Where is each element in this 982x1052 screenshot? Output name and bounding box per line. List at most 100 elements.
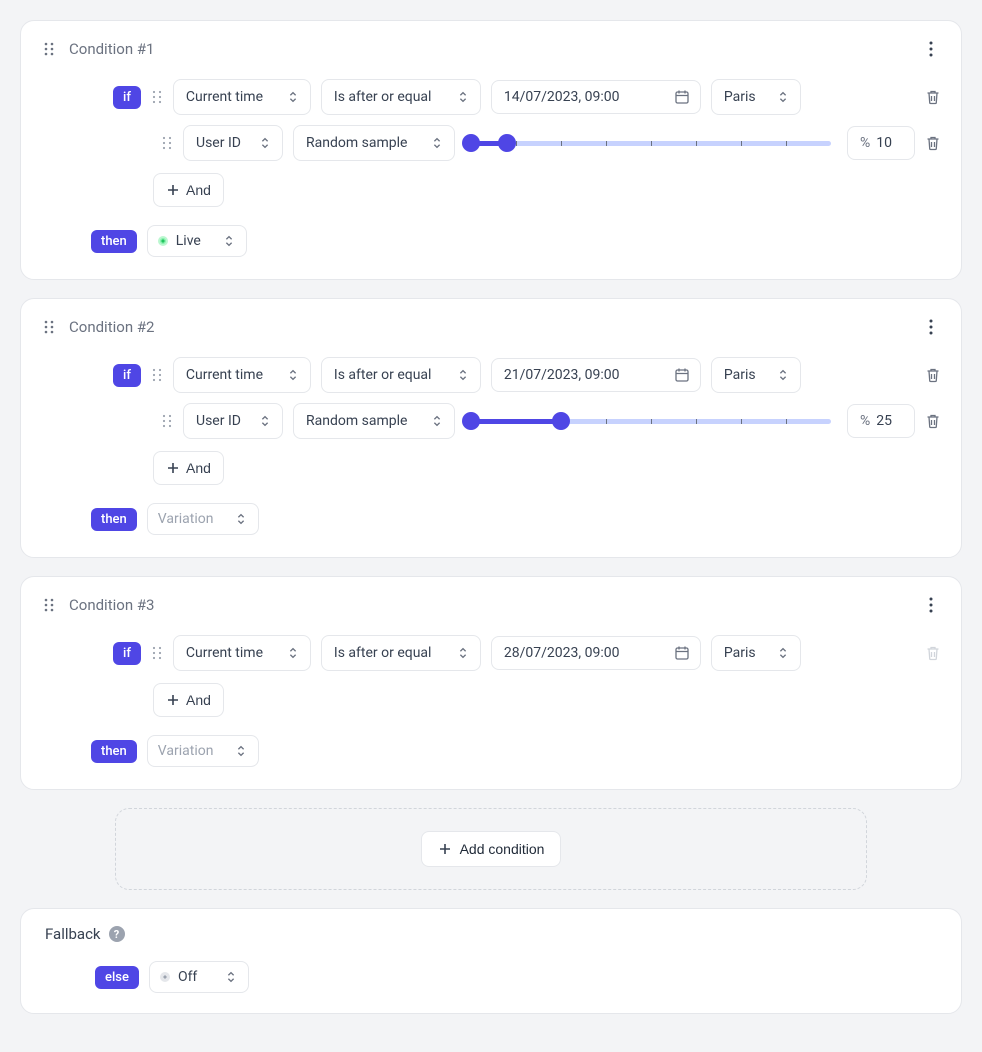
field-select[interactable]: User ID (183, 125, 283, 161)
calendar-icon (674, 89, 690, 105)
operator-select[interactable]: Is after or equal (321, 357, 481, 393)
field-select-label: User ID (196, 135, 241, 151)
chevron-sort-icon (430, 136, 444, 150)
slider-thumb-low[interactable] (462, 412, 480, 430)
datetime-value: 14/07/2023, 09:00 (504, 89, 620, 105)
datetime-input[interactable]: 28/07/2023, 09:00 (491, 636, 701, 670)
delete-rule-button[interactable] (925, 413, 941, 429)
then-status-label: Variation (158, 511, 226, 527)
condition-title: Condition #1 (69, 40, 909, 58)
if-badge: if (113, 86, 141, 109)
delete-rule-button[interactable] (925, 367, 941, 383)
add-condition-button[interactable]: Add condition (421, 831, 562, 867)
datetime-value: 21/07/2023, 09:00 (504, 367, 620, 383)
timezone-label: Paris (724, 645, 756, 661)
add-and-button[interactable]: And (153, 683, 224, 717)
operator-select[interactable]: Is after or equal (321, 635, 481, 671)
condition-menu-button[interactable] (921, 39, 941, 59)
datetime-input[interactable]: 14/07/2023, 09:00 (491, 80, 701, 114)
row-drag-icon[interactable] (151, 89, 163, 105)
drag-handle-icon[interactable] (41, 597, 57, 613)
then-badge: then (91, 508, 137, 531)
then-status-select[interactable]: Live (147, 225, 247, 257)
drag-handle-icon[interactable] (41, 41, 57, 57)
row-drag-icon[interactable] (151, 645, 163, 661)
condition-title: Condition #2 (69, 318, 909, 336)
row-drag-icon[interactable] (161, 135, 173, 151)
and-label: And (186, 692, 211, 708)
if-badge: if (113, 364, 141, 387)
percent-slider[interactable] (471, 125, 831, 161)
delete-rule-button[interactable] (925, 135, 941, 151)
chevron-sort-icon (224, 970, 238, 984)
operator-select[interactable]: Random sample (293, 403, 455, 439)
datetime-input[interactable]: 21/07/2023, 09:00 (491, 358, 701, 392)
chevron-sort-icon (222, 234, 236, 248)
operator-select-label: Is after or equal (334, 89, 432, 105)
condition-card: Condition #1 if Current time Is after or… (20, 20, 962, 280)
slider-thumb-low[interactable] (462, 134, 480, 152)
fallback-status-select[interactable]: Off (149, 961, 249, 993)
percent-input[interactable]: % 10 (847, 126, 915, 160)
add-and-button[interactable]: And (153, 451, 224, 485)
plus-icon (438, 842, 452, 856)
field-select-label: Current time (186, 89, 263, 105)
row-drag-icon[interactable] (161, 413, 173, 429)
fallback-card: Fallback ? else Off (20, 908, 962, 1014)
operator-select[interactable]: Is after or equal (321, 79, 481, 115)
help-icon[interactable]: ? (109, 926, 125, 942)
percent-value: 10 (876, 135, 892, 151)
slider-thumb-high[interactable] (552, 412, 570, 430)
condition-menu-button[interactable] (921, 317, 941, 337)
rule-row: if Current time Is after or equal 28/07/… (41, 635, 941, 671)
then-badge: then (91, 230, 137, 253)
operator-select-label: Is after or equal (334, 645, 432, 661)
delete-rule-button (925, 645, 941, 661)
rule-row: if Current time Is after or equal 21/07/… (41, 357, 941, 393)
percent-value: 25 (876, 413, 892, 429)
field-select-label: Current time (186, 645, 263, 661)
timezone-label: Paris (724, 89, 756, 105)
rule-row: if Current time Is after or equal 14/07/… (41, 79, 941, 115)
row-drag-icon[interactable] (151, 367, 163, 383)
percent-slider[interactable] (471, 403, 831, 439)
timezone-select[interactable]: Paris (711, 357, 801, 393)
then-status-select[interactable]: Variation (147, 503, 259, 535)
condition-card: Condition #3 if Current time Is after or… (20, 576, 962, 790)
then-status-select[interactable]: Variation (147, 735, 259, 767)
timezone-label: Paris (724, 367, 756, 383)
slider-thumb-high[interactable] (498, 134, 516, 152)
timezone-select[interactable]: Paris (711, 635, 801, 671)
percent-symbol: % (860, 135, 870, 151)
chevron-sort-icon (456, 368, 470, 382)
field-select-label: Current time (186, 367, 263, 383)
chevron-sort-icon (430, 414, 444, 428)
field-select[interactable]: Current time (173, 357, 311, 393)
field-select[interactable]: Current time (173, 79, 311, 115)
operator-select[interactable]: Random sample (293, 125, 455, 161)
calendar-icon (674, 645, 690, 661)
chevron-sort-icon (456, 646, 470, 660)
chevron-sort-icon (456, 90, 470, 104)
chevron-sort-icon (776, 90, 790, 104)
chevron-sort-icon (286, 646, 300, 660)
then-row: then Variation (41, 735, 941, 767)
chevron-sort-icon (258, 414, 272, 428)
add-condition-zone: Add condition (115, 808, 867, 890)
percent-input[interactable]: % 25 (847, 404, 915, 438)
add-and-button[interactable]: And (153, 173, 224, 207)
field-select[interactable]: User ID (183, 403, 283, 439)
status-dot-off-icon (160, 972, 170, 982)
timezone-select[interactable]: Paris (711, 79, 801, 115)
fallback-header: Fallback ? (45, 925, 937, 943)
plus-icon (166, 461, 180, 475)
delete-rule-button[interactable] (925, 89, 941, 105)
drag-handle-icon[interactable] (41, 319, 57, 335)
plus-icon (166, 693, 180, 707)
condition-menu-button[interactable] (921, 595, 941, 615)
calendar-icon (674, 367, 690, 383)
operator-select-label: Is after or equal (334, 367, 432, 383)
chevron-sort-icon (286, 90, 300, 104)
field-select[interactable]: Current time (173, 635, 311, 671)
then-status-label: Live (176, 233, 214, 249)
